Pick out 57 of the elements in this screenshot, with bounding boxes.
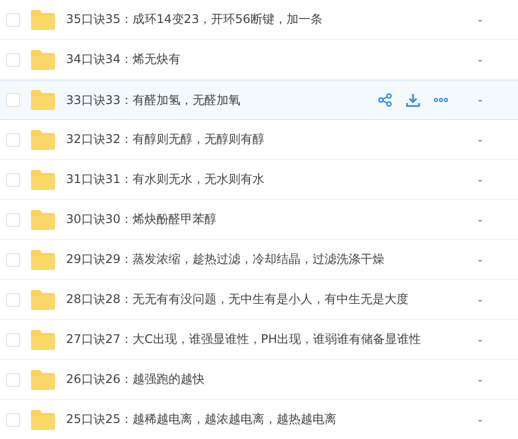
download-icon[interactable] <box>406 93 420 107</box>
folder-icon <box>31 90 55 110</box>
folder-icon <box>31 410 55 430</box>
folder-icon <box>31 10 55 30</box>
checkbox[interactable] <box>6 292 20 306</box>
checkbox[interactable] <box>6 132 20 146</box>
file-row[interactable]: 35口诀35：成环14变23，开环56断键，加一条 - <box>0 0 518 40</box>
checkbox[interactable] <box>6 252 20 266</box>
checkbox[interactable] <box>6 172 20 186</box>
file-name[interactable]: 28口诀28：无无有有没问题，无中生有是小人，有中生无是大度 <box>66 291 478 308</box>
checkbox[interactable] <box>6 12 20 26</box>
checkbox[interactable] <box>6 212 20 226</box>
checkbox[interactable] <box>6 93 20 107</box>
file-name[interactable]: 26口诀26：越强跑的越快 <box>66 371 478 388</box>
more-icon[interactable] <box>434 97 448 103</box>
folder-icon <box>31 50 55 70</box>
file-row[interactable]: 25口诀25：越稀越电离，越浓越电离，越热越电离 - <box>0 400 518 439</box>
file-row[interactable]: 26口诀26：越强跑的越快 - <box>0 360 518 400</box>
file-row[interactable]: 27口诀27：大C出现，谁强显谁性，PH出现，谁弱谁有储备显谁性 - <box>0 320 518 360</box>
folder-icon <box>31 290 55 310</box>
file-size: - <box>478 52 484 66</box>
file-size: - <box>478 212 484 226</box>
file-size: - <box>478 332 484 346</box>
file-size: - <box>478 93 484 107</box>
file-name[interactable]: 31口诀31：有水则无水，无水则有水 <box>66 171 478 188</box>
folder-icon <box>31 250 55 270</box>
share-icon[interactable] <box>378 93 392 107</box>
file-size: - <box>478 372 484 386</box>
checkbox[interactable] <box>6 332 20 346</box>
file-name[interactable]: 27口诀27：大C出现，谁强显谁性，PH出现，谁弱谁有储备显谁性 <box>66 331 478 348</box>
checkbox[interactable] <box>6 52 20 66</box>
file-size: - <box>478 412 484 426</box>
file-row[interactable]: 32口诀32：有醇则无醇，无醇则有醇 - <box>0 120 518 160</box>
folder-icon <box>31 210 55 230</box>
folder-icon <box>31 170 55 190</box>
file-size: - <box>478 252 484 266</box>
file-row[interactable]: 33口诀33：有醛加氢，无醛加氧 - <box>0 80 518 120</box>
file-name[interactable]: 25口诀25：越稀越电离，越浓越电离，越热越电离 <box>66 411 478 428</box>
file-row[interactable]: 31口诀31：有水则无水，无水则有水 - <box>0 160 518 200</box>
file-row[interactable]: 29口诀29：蒸发浓缩，趁热过滤，冷却结晶，过滤洗涤干燥 - <box>0 240 518 280</box>
file-row[interactable]: 30口诀30：烯炔酚醛甲苯醇 - <box>0 200 518 240</box>
checkbox[interactable] <box>6 412 20 426</box>
file-name[interactable]: 33口诀33：有醛加氢，无醛加氧 <box>66 92 378 108</box>
file-name[interactable]: 35口诀35：成环14变23，开环56断键，加一条 <box>66 11 478 28</box>
checkbox[interactable] <box>6 372 20 386</box>
file-name[interactable]: 32口诀32：有醇则无醇，无醇则有醇 <box>66 131 478 148</box>
file-name[interactable]: 34口诀34：烯无炔有 <box>66 51 478 68</box>
file-name[interactable]: 29口诀29：蒸发浓缩，趁热过滤，冷却结晶，过滤洗涤干燥 <box>66 251 478 268</box>
folder-icon <box>31 130 55 150</box>
file-name[interactable]: 30口诀30：烯炔酚醛甲苯醇 <box>66 211 478 228</box>
folder-icon <box>31 370 55 390</box>
file-size: - <box>478 292 484 306</box>
file-size: - <box>478 132 484 146</box>
file-size: - <box>478 172 484 186</box>
file-size: - <box>478 12 484 26</box>
folder-icon <box>31 330 55 350</box>
file-row[interactable]: 28口诀28：无无有有没问题，无中生有是小人，有中生无是大度 - <box>0 280 518 320</box>
